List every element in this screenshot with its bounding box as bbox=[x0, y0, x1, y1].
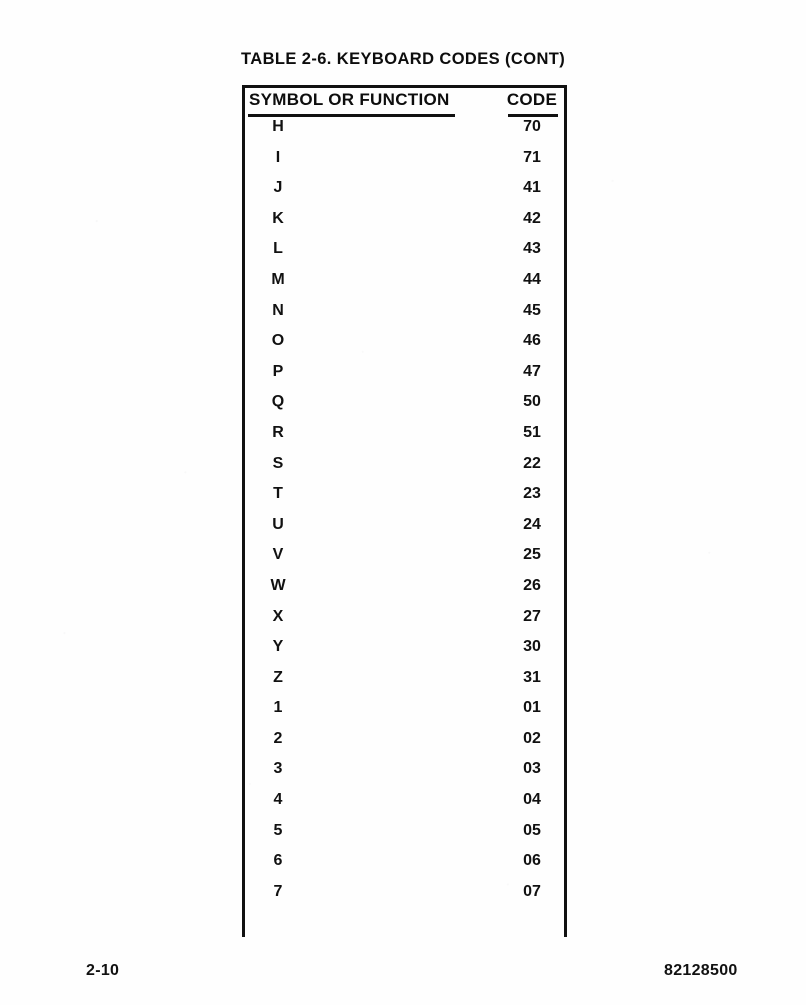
table-row: J 41 bbox=[242, 179, 567, 210]
cell-symbol: 1 bbox=[273, 699, 283, 717]
cell-code: 46 bbox=[523, 332, 541, 350]
cell-symbol: P bbox=[272, 362, 284, 380]
cell-code: 01 bbox=[523, 699, 541, 717]
cell-code: 43 bbox=[523, 240, 541, 258]
cell-code: 27 bbox=[523, 607, 541, 625]
cell-code: 30 bbox=[523, 638, 541, 656]
cell-symbol: 6 bbox=[273, 852, 283, 870]
table-row: H 70 bbox=[242, 118, 567, 149]
cell-code: 03 bbox=[523, 760, 541, 778]
document-page: TABLE 2-6. KEYBOARD CODES (CONT) SYMBOL … bbox=[0, 0, 806, 1005]
cell-symbol: 4 bbox=[273, 791, 283, 809]
cell-code: 45 bbox=[523, 301, 541, 319]
cell-code: 23 bbox=[523, 485, 541, 503]
cell-code: 06 bbox=[523, 852, 541, 870]
table-row: X 27 bbox=[242, 608, 567, 639]
table-body: H 70 I 71 J 41 K 42 L 43 M 44 N 45 O 46 P 47 Q 50 R 51 S 22 T 23 U… bbox=[242, 118, 567, 913]
cell-symbol: I bbox=[275, 148, 281, 166]
cell-symbol: Q bbox=[271, 393, 285, 411]
cell-code: 42 bbox=[523, 209, 541, 227]
table-row: S 22 bbox=[242, 455, 567, 486]
table-row: 5 05 bbox=[242, 822, 567, 853]
code-header-underline bbox=[508, 114, 558, 117]
table-row: P 47 bbox=[242, 363, 567, 394]
cell-code: 41 bbox=[523, 179, 541, 197]
cell-symbol: X bbox=[272, 607, 284, 625]
table-row: R 51 bbox=[242, 424, 567, 455]
cell-symbol: H bbox=[272, 118, 284, 135]
table-row: 6 06 bbox=[242, 852, 567, 883]
cell-code: 04 bbox=[523, 791, 541, 809]
cell-symbol: J bbox=[273, 179, 283, 197]
cell-symbol: 5 bbox=[273, 821, 283, 839]
cell-code: 24 bbox=[523, 515, 541, 533]
table-row: Y 30 bbox=[242, 638, 567, 669]
table-caption: TABLE 2-6. KEYBOARD CODES (CONT) bbox=[241, 50, 566, 68]
table-row: V 25 bbox=[242, 546, 567, 577]
cell-code: 05 bbox=[523, 821, 541, 839]
cell-symbol: Z bbox=[273, 668, 283, 686]
keyboard-codes-table: SYMBOL OR FUNCTION CODE H 70 I 71 J 41 K 42 L 43 M… bbox=[242, 85, 567, 937]
cell-symbol: N bbox=[272, 301, 284, 319]
table-row: K 42 bbox=[242, 210, 567, 241]
table-row: Q 50 bbox=[242, 393, 567, 424]
cell-code: 26 bbox=[523, 576, 541, 594]
table-row: U 24 bbox=[242, 516, 567, 547]
table-row: N 45 bbox=[242, 302, 567, 333]
cell-symbol: V bbox=[272, 546, 284, 564]
cell-code: 44 bbox=[523, 270, 541, 288]
cell-symbol: K bbox=[272, 209, 284, 227]
table-row: 1 01 bbox=[242, 699, 567, 730]
cell-symbol: R bbox=[272, 423, 284, 441]
cell-code: 22 bbox=[523, 454, 541, 472]
cell-code: 70 bbox=[523, 118, 541, 135]
table-row: O 46 bbox=[242, 332, 567, 363]
table-row: Z 31 bbox=[242, 669, 567, 700]
cell-symbol: 7 bbox=[273, 882, 283, 900]
cell-code: 47 bbox=[523, 362, 541, 380]
cell-code: 51 bbox=[523, 423, 541, 441]
cell-symbol: T bbox=[273, 485, 283, 503]
column-header-code: CODE bbox=[506, 90, 558, 109]
table-row: 2 02 bbox=[242, 730, 567, 761]
cell-code: 02 bbox=[523, 729, 541, 747]
cell-symbol: U bbox=[272, 515, 284, 533]
cell-symbol: L bbox=[273, 240, 283, 258]
table-row: I 71 bbox=[242, 149, 567, 180]
cell-symbol: 3 bbox=[273, 760, 283, 778]
table-row: M 44 bbox=[242, 271, 567, 302]
cell-code: 71 bbox=[523, 148, 541, 166]
cell-code: 07 bbox=[523, 882, 541, 900]
column-header-symbol: SYMBOL OR FUNCTION bbox=[249, 90, 450, 109]
cell-code: 31 bbox=[523, 668, 541, 686]
table-row: W 26 bbox=[242, 577, 567, 608]
table-row: 7 07 bbox=[242, 883, 567, 914]
cell-code: 50 bbox=[523, 393, 541, 411]
cell-symbol: S bbox=[272, 454, 284, 472]
cell-symbol: O bbox=[271, 332, 285, 350]
table-row: 3 03 bbox=[242, 760, 567, 791]
document-number: 82128500 bbox=[664, 962, 738, 979]
symbol-header-underline bbox=[248, 114, 455, 117]
cell-symbol: Y bbox=[272, 638, 284, 656]
table-row: 4 04 bbox=[242, 791, 567, 822]
cell-symbol: 2 bbox=[273, 729, 283, 747]
cell-symbol: M bbox=[271, 270, 285, 288]
table-row: L 43 bbox=[242, 240, 567, 271]
page-number: 2-10 bbox=[86, 962, 120, 979]
cell-symbol: W bbox=[270, 576, 286, 594]
table-row: T 23 bbox=[242, 485, 567, 516]
cell-code: 25 bbox=[523, 546, 541, 564]
